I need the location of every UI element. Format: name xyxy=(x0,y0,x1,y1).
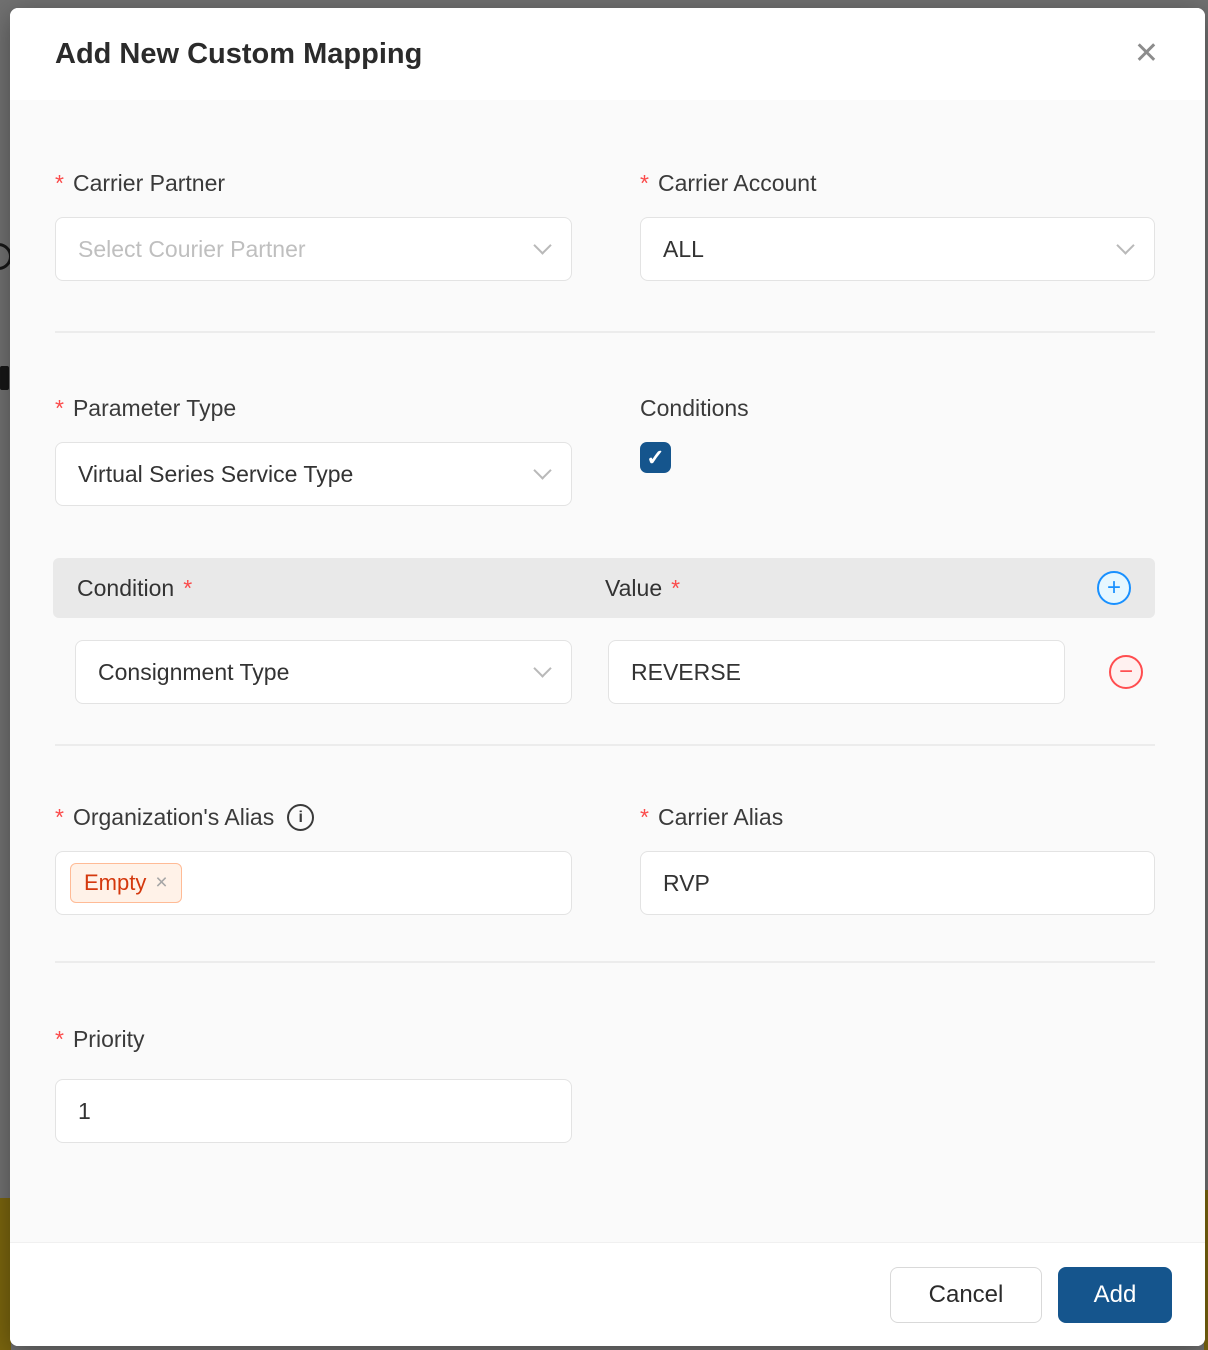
carrier-partner-field: * Carrier Partner Select Courier Partner xyxy=(55,170,572,281)
section-divider xyxy=(55,744,1155,746)
required-asterisk: * xyxy=(640,804,649,830)
carrier-alias-input[interactable] xyxy=(640,851,1155,915)
organizations-alias-field: * Organization's Alias i Empty × xyxy=(55,804,572,915)
priority-label: * Priority xyxy=(55,1026,1155,1053)
carrier-partner-placeholder: Select Courier Partner xyxy=(78,235,306,262)
cancel-button[interactable]: Cancel xyxy=(890,1266,1042,1323)
conditions-label-text: Conditions xyxy=(640,395,749,421)
check-icon: ✓ xyxy=(646,444,665,470)
parameter-type-value: Virtual Series Service Type xyxy=(78,460,354,487)
organizations-alias-label: * Organization's Alias i xyxy=(55,804,572,831)
modal-title: Add New Custom Mapping xyxy=(55,37,423,70)
required-asterisk: * xyxy=(55,804,64,830)
condition-row: Consignment Type − xyxy=(55,640,1155,704)
chevron-down-icon xyxy=(533,460,552,480)
carrier-account-select[interactable]: ALL xyxy=(640,217,1155,281)
chevron-down-icon xyxy=(533,235,552,255)
add-custom-mapping-modal: Add New Custom Mapping ✕ * Carrier Partn… xyxy=(10,8,1205,1346)
carrier-account-value: ALL xyxy=(663,235,704,262)
required-asterisk: * xyxy=(671,574,681,601)
required-asterisk: * xyxy=(55,395,64,421)
carrier-account-label: * Carrier Account xyxy=(640,170,1155,197)
carrier-account-label-text: Carrier Account xyxy=(657,170,817,196)
condition-header-text: Condition xyxy=(77,574,175,601)
modal-body: * Carrier Partner Select Courier Partner… xyxy=(10,100,1205,1242)
carrier-partner-label-text: Carrier Partner xyxy=(72,170,226,196)
organizations-alias-input[interactable]: Empty × xyxy=(55,851,572,915)
remove-condition-button[interactable]: − xyxy=(1109,655,1143,689)
required-asterisk: * xyxy=(183,574,193,601)
condition-value-input[interactable] xyxy=(608,640,1065,704)
parameter-row: * Parameter Type Virtual Series Service … xyxy=(55,395,1155,506)
carrier-alias-label-text: Carrier Alias xyxy=(657,804,784,830)
modal-footer: Cancel Add xyxy=(10,1242,1205,1346)
required-asterisk: * xyxy=(55,1026,64,1052)
plus-icon: + xyxy=(1106,574,1121,601)
add-button[interactable]: Add xyxy=(1058,1266,1172,1323)
add-condition-button[interactable]: + xyxy=(1097,571,1131,605)
carrier-row: * Carrier Partner Select Courier Partner… xyxy=(55,170,1155,281)
parameter-type-label-text: Parameter Type xyxy=(72,395,237,421)
section-divider xyxy=(55,961,1155,963)
background-fragment xyxy=(0,366,9,390)
parameter-type-label: * Parameter Type xyxy=(55,395,572,422)
alias-tag: Empty × xyxy=(70,863,182,903)
priority-row: * Priority xyxy=(55,1026,1155,1143)
chevron-down-icon xyxy=(533,658,552,678)
required-asterisk: * xyxy=(640,170,649,196)
carrier-alias-field: * Carrier Alias xyxy=(640,804,1155,915)
tag-close-icon[interactable]: × xyxy=(155,871,167,895)
conditions-label: Conditions xyxy=(640,395,1155,422)
condition-select[interactable]: Consignment Type xyxy=(75,640,572,704)
alias-tag-text: Empty xyxy=(84,870,147,895)
parameter-type-select[interactable]: Virtual Series Service Type xyxy=(55,442,572,506)
remove-condition-wrap: − xyxy=(1109,655,1143,689)
alias-row: * Organization's Alias i Empty × * Carri… xyxy=(55,804,1155,915)
info-icon[interactable]: i xyxy=(287,804,315,831)
carrier-account-field: * Carrier Account ALL xyxy=(640,170,1155,281)
condition-table-header: Condition * Value * + xyxy=(53,558,1155,618)
priority-input[interactable] xyxy=(55,1079,572,1143)
condition-column-header: Condition * xyxy=(77,575,605,602)
carrier-partner-select[interactable]: Select Courier Partner xyxy=(55,217,572,281)
value-column-header: Value * xyxy=(605,575,680,602)
dimmed-overlay-background: Add New Custom Mapping ✕ * Carrier Partn… xyxy=(0,0,1208,1350)
condition-value: Consignment Type xyxy=(98,658,290,685)
section-divider xyxy=(55,331,1155,333)
carrier-alias-label: * Carrier Alias xyxy=(640,804,1155,831)
required-asterisk: * xyxy=(55,170,64,196)
priority-input-wrap xyxy=(55,1079,572,1143)
carrier-partner-label: * Carrier Partner xyxy=(55,170,572,197)
organizations-alias-label-text: Organization's Alias xyxy=(72,804,275,830)
conditions-checkbox[interactable]: ✓ xyxy=(640,442,671,473)
modal-header: Add New Custom Mapping ✕ xyxy=(10,8,1205,100)
priority-label-text: Priority xyxy=(72,1026,145,1052)
conditions-field: Conditions ✓ xyxy=(640,395,1155,506)
chevron-down-icon xyxy=(1116,235,1135,255)
value-header-text: Value xyxy=(605,574,663,601)
parameter-type-field: * Parameter Type Virtual Series Service … xyxy=(55,395,572,506)
close-icon[interactable]: ✕ xyxy=(1134,39,1159,69)
minus-icon: − xyxy=(1118,658,1133,685)
